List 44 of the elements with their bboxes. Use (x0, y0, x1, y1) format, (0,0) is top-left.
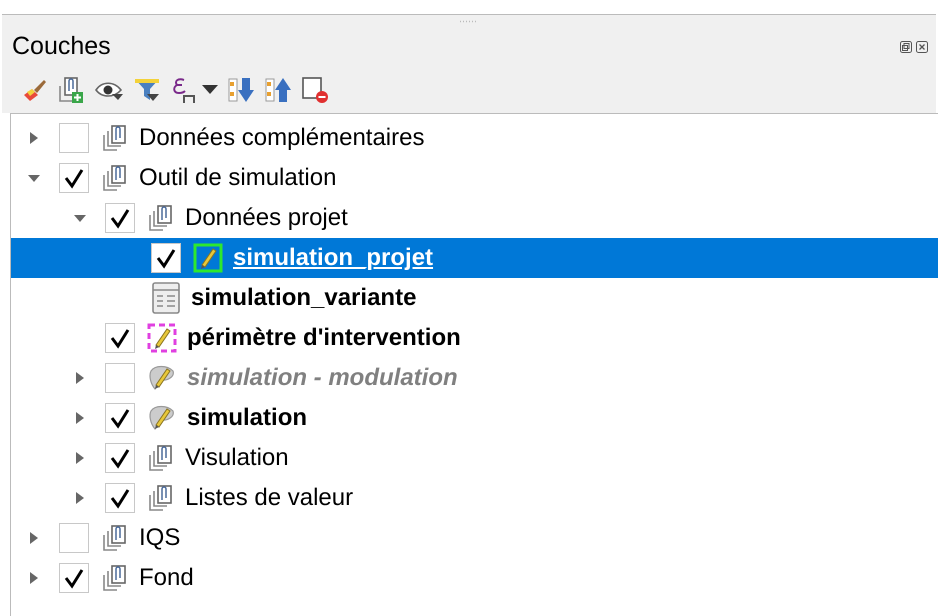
remove-layer-icon[interactable] (301, 76, 329, 104)
layer-name: Listes de valeur (185, 486, 354, 510)
visibility-checkbox[interactable] (59, 163, 89, 193)
visibility-checkbox[interactable] (105, 443, 135, 473)
layer-group-icon (101, 163, 129, 193)
layer-name: Visulation (185, 446, 289, 470)
layer-group-icon (101, 123, 129, 153)
layer-name: Données projet (185, 206, 348, 230)
paintbrush-icon[interactable] (22, 77, 48, 103)
visibility-checkbox[interactable] (59, 123, 89, 153)
layer-name: périmètre d'intervention (187, 326, 461, 350)
visibility-checkbox[interactable] (105, 403, 135, 433)
close-icon[interactable] (916, 41, 928, 53)
layer-name: simulation_projet (233, 246, 434, 270)
layer-tree-row[interactable]: simulation_projet (11, 238, 938, 278)
visibility-checkbox[interactable] (105, 323, 135, 353)
add-group-icon[interactable] (57, 76, 85, 104)
layer-name: Données complémentaires (139, 126, 424, 150)
table-icon (151, 282, 181, 314)
edit-pencil-icon (147, 323, 177, 353)
layer-group-icon (101, 523, 129, 553)
visibility-checkbox[interactable] (151, 243, 181, 273)
visibility-checkbox[interactable] (59, 563, 89, 593)
expand-all-icon[interactable] (227, 76, 255, 104)
layer-name: Outil de simulation (139, 166, 336, 190)
visibility-checkbox[interactable] (105, 363, 135, 393)
layer-group-icon (147, 483, 175, 513)
collapse-all-icon[interactable] (264, 76, 292, 104)
layer-name: Fond (139, 566, 194, 590)
grip-icon[interactable] (459, 20, 479, 22)
layer-group-icon (101, 563, 129, 593)
visibility-checkbox[interactable] (105, 483, 135, 513)
layer-group-icon (147, 203, 175, 233)
panel-title: Couches (12, 31, 111, 62)
visibility-checkbox[interactable] (105, 203, 135, 233)
caret-icon[interactable] (202, 85, 218, 95)
layer-name: IQS (139, 526, 180, 550)
layer-group-icon (147, 443, 175, 473)
edit-pencil-icon (193, 243, 223, 273)
float-icon[interactable] (900, 41, 912, 53)
layer-name: simulation - modulation (187, 366, 458, 390)
layer-name: simulation (187, 406, 308, 430)
layer-name: simulation_variante (191, 286, 416, 310)
visibility-checkbox[interactable] (59, 523, 89, 553)
